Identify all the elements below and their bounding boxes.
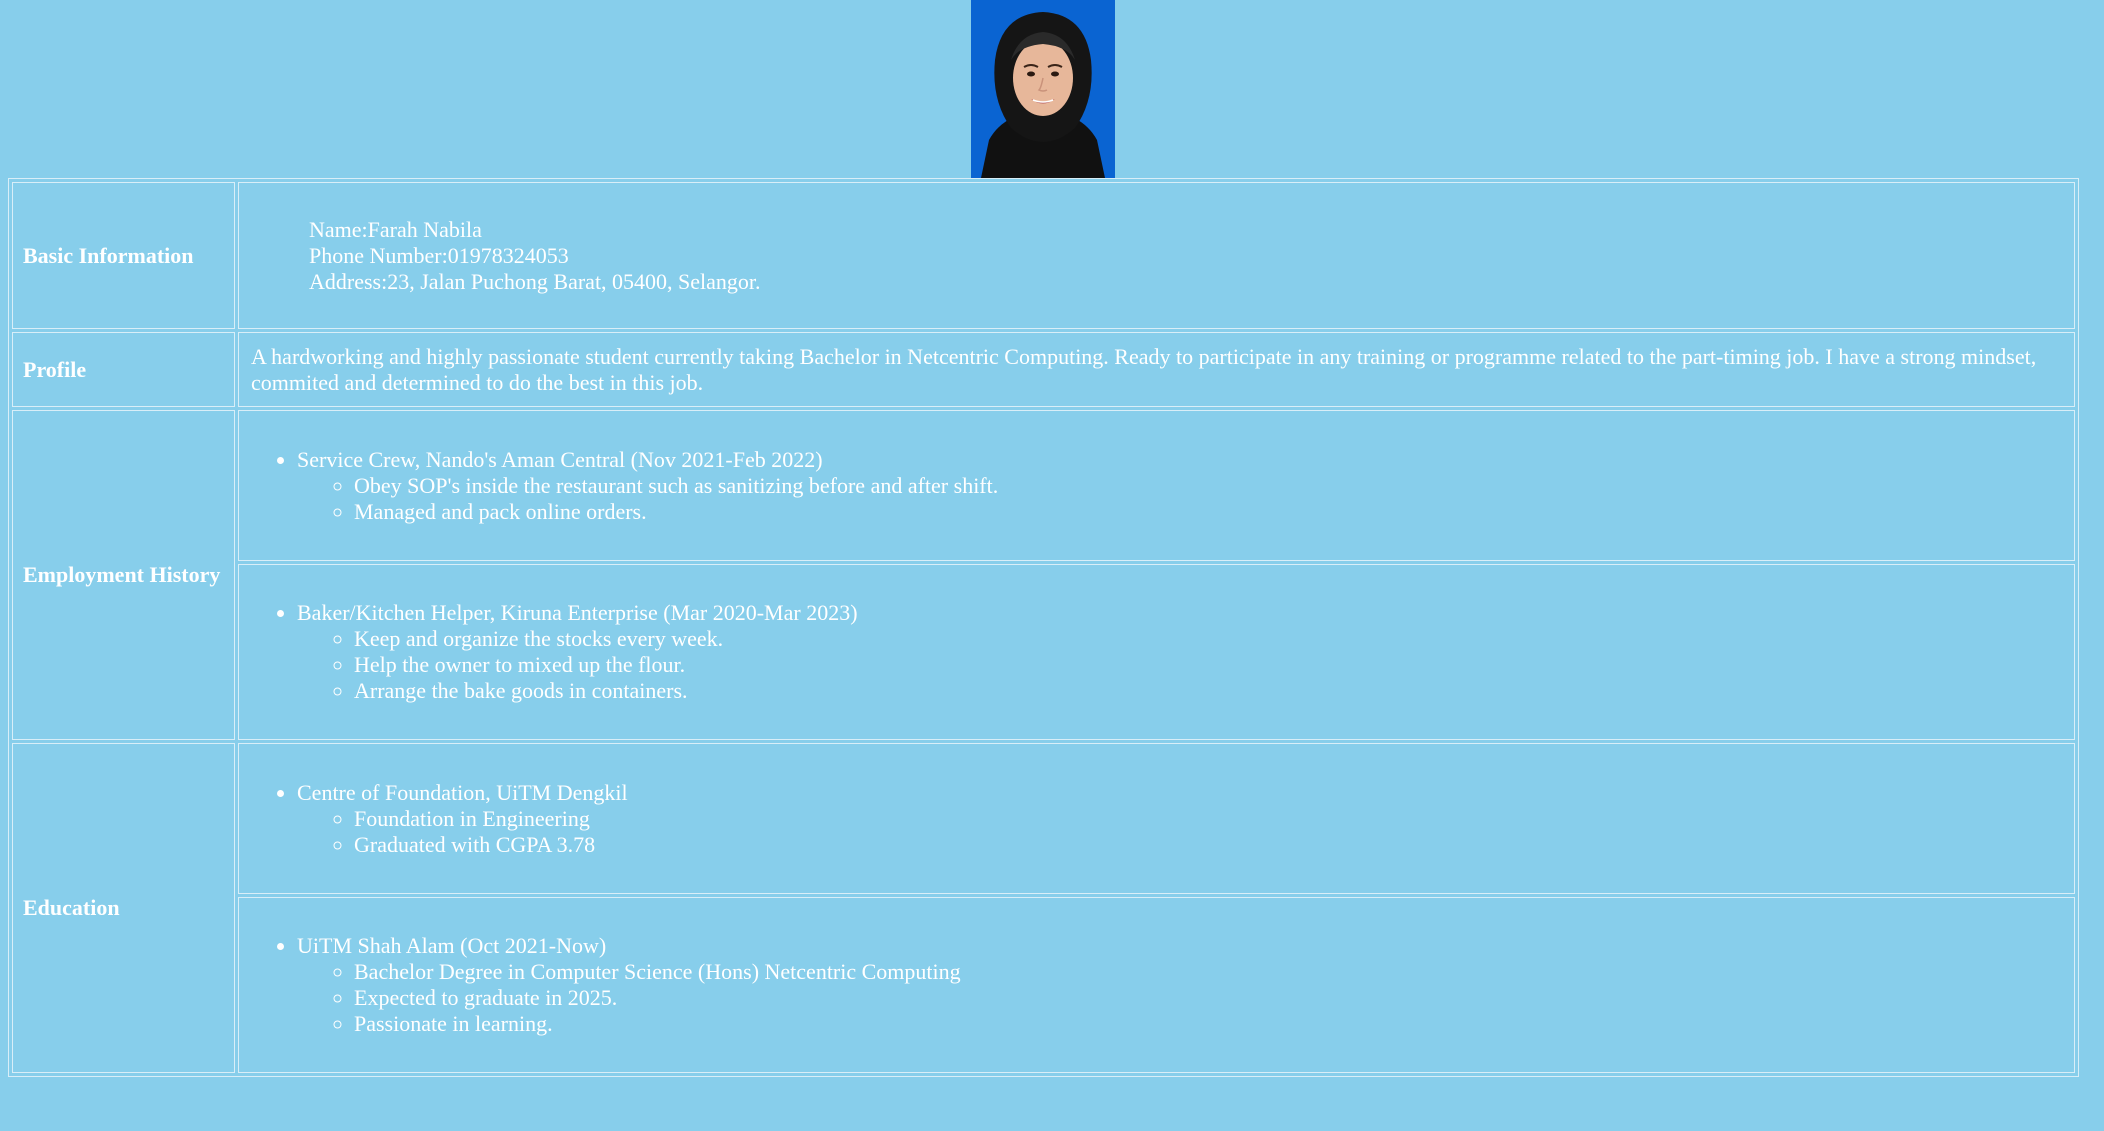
school-detail: Foundation in Engineering — [354, 806, 2073, 832]
school-detail: Bachelor Degree in Computer Science (Hon… — [354, 959, 2073, 985]
job-entry: Baker/Kitchen Helper, Kiruna Enterprise … — [238, 564, 2075, 740]
name-text: Name:Farah Nabila — [309, 216, 482, 242]
education-row-2: UiTM Shah Alam (Oct 2021-Now) Bachelor D… — [12, 897, 2075, 1073]
school-title-text: UiTM Shah Alam (Oct 2021-Now) — [297, 933, 607, 958]
school-detail: Passionate in learning. — [354, 1011, 2073, 1037]
job-title-text: Baker/Kitchen Helper, Kiruna Enterprise … — [297, 600, 858, 625]
basic-info-row: Basic Information Name:Farah Nabila Phon… — [12, 182, 2075, 329]
job-title: Baker/Kitchen Helper, Kiruna Enterprise … — [297, 600, 2073, 704]
phone-text: Phone Number:01978324053 — [309, 242, 569, 268]
job-title-text: Service Crew, Nando's Aman Central (Nov … — [297, 446, 823, 472]
education-entry: Centre of Foundation, UiTM Dengkil Found… — [238, 743, 2075, 894]
education-label: Education — [12, 743, 235, 1073]
profile-text: A hardworking and highly passionate stud… — [238, 332, 2075, 407]
job-entry: Service Crew, Nando's Aman Central (Nov … — [238, 410, 2075, 561]
job-duty: Managed and pack online orders. — [354, 499, 2073, 525]
education-entry: UiTM Shah Alam (Oct 2021-Now) Bachelor D… — [238, 897, 2075, 1073]
education-row: Education Centre of Foundation, UiTM Den… — [12, 743, 2075, 1073]
basic-info-label: Basic Information — [12, 182, 235, 329]
job-duty: Keep and organize the stocks every week. — [354, 626, 2073, 652]
school-details: Foundation in Engineering Graduated with… — [297, 806, 2073, 858]
job-duties: Keep and organize the stocks every week.… — [297, 626, 2073, 704]
job-duties: Obey SOP's inside the restaurant such as… — [297, 473, 2073, 525]
resume-table: Basic Information Name:Farah Nabila Phon… — [8, 178, 2079, 1077]
job-list: Service Crew, Nando's Aman Central (Nov … — [240, 447, 2073, 525]
job-duty: Obey SOP's inside the restaurant such as… — [354, 473, 2073, 499]
school-title: UiTM Shah Alam (Oct 2021-Now) Bachelor D… — [297, 933, 2073, 1037]
school-details: Bachelor Degree in Computer Science (Hon… — [297, 959, 2073, 1037]
school-detail: Expected to graduate in 2025. — [354, 985, 2073, 1011]
school-title: Centre of Foundation, UiTM Dengkil Found… — [297, 780, 2073, 858]
profile-row: Profile A hardworking and highly passion… — [12, 332, 2075, 407]
education-list: Centre of Foundation, UiTM Dengkil Found… — [240, 780, 2073, 858]
employment-label: Employment History — [12, 410, 235, 740]
address-text: Address:23, Jalan Puchong Barat, 05400, … — [309, 268, 761, 294]
basic-info-content: Name:Farah Nabila Phone Number:019783240… — [238, 182, 2075, 329]
job-duty: Arrange the bake goods in containers. — [354, 678, 2073, 704]
profile-photo — [971, 0, 1115, 178]
employment-row: Employment History Service Crew, Nando's… — [12, 410, 2075, 740]
employment-row-2: Baker/Kitchen Helper, Kiruna Enterprise … — [12, 564, 2075, 740]
profile-label: Profile — [12, 332, 235, 407]
education-list: UiTM Shah Alam (Oct 2021-Now) Bachelor D… — [240, 933, 2073, 1037]
job-title: Service Crew, Nando's Aman Central (Nov … — [297, 447, 2073, 525]
school-title-text: Centre of Foundation, UiTM Dengkil — [297, 779, 628, 805]
job-list: Baker/Kitchen Helper, Kiruna Enterprise … — [240, 600, 2073, 704]
school-detail: Graduated with CGPA 3.78 — [354, 832, 2073, 858]
job-duty: Help the owner to mixed up the flour. — [354, 652, 2073, 678]
